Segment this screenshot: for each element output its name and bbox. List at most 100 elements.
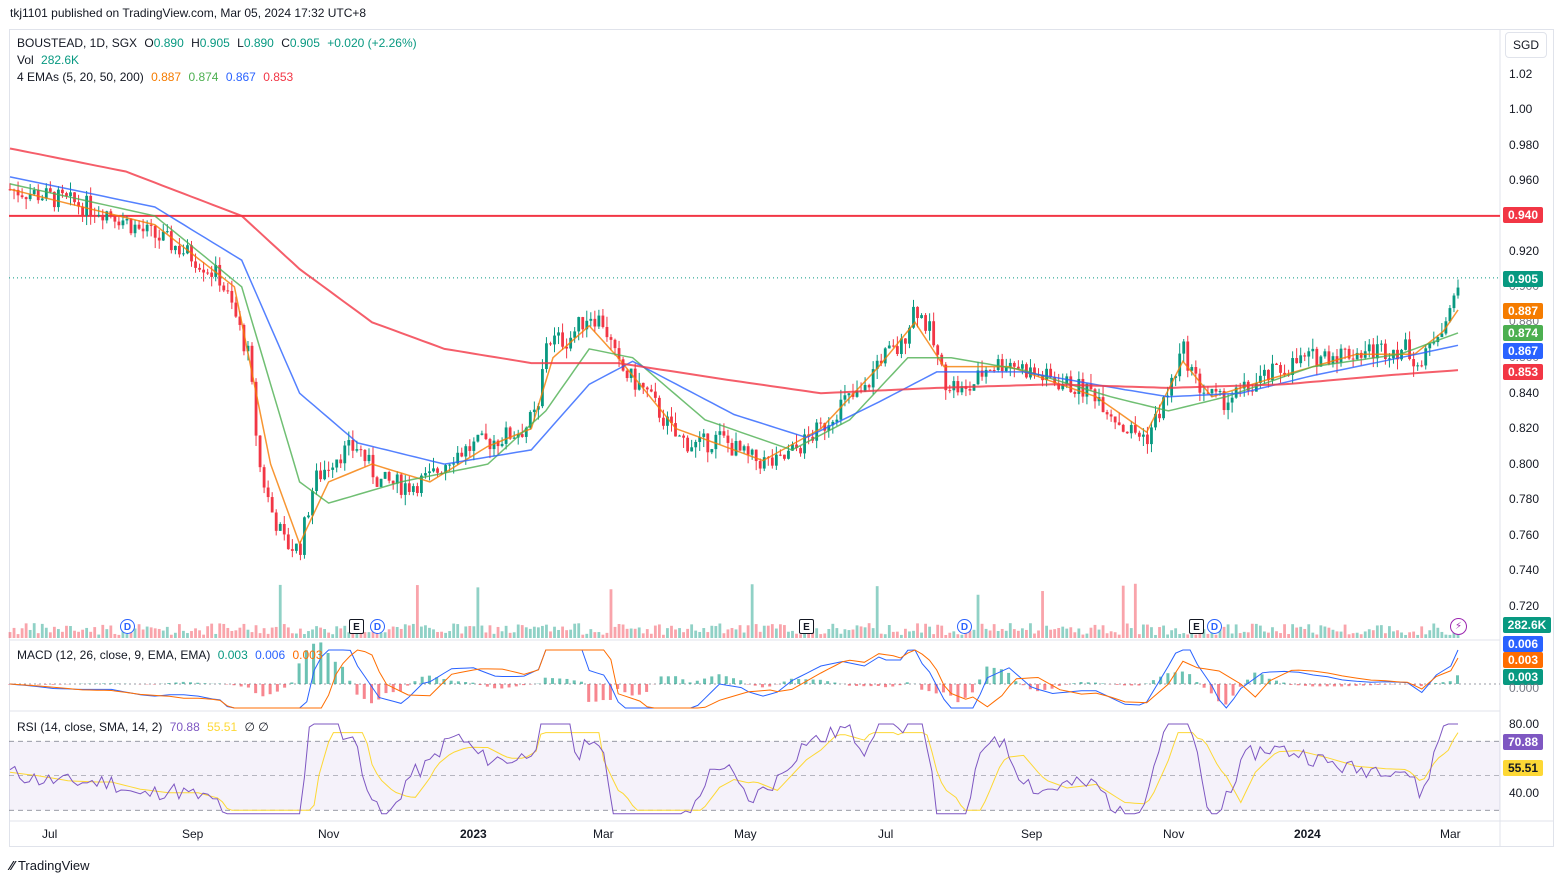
volume-bar (738, 625, 742, 638)
macd-hist-bar (637, 684, 641, 695)
candle-body (85, 195, 89, 216)
volume-bar (605, 632, 609, 638)
macd-hist-bar (1311, 684, 1315, 687)
candle-body (182, 253, 185, 255)
candle-body (407, 483, 411, 492)
volume-bar (1355, 632, 1359, 638)
macd-hist-bar (594, 684, 598, 702)
currency-button[interactable]: SGD (1505, 32, 1547, 58)
vol-label[interactable]: Vol (17, 53, 34, 67)
macd-hist-bar (826, 681, 830, 684)
volume-bar (778, 624, 782, 638)
dividend-marker[interactable]: D (120, 619, 135, 634)
candle-body (625, 370, 629, 379)
candle-body (1117, 422, 1121, 425)
earnings-marker[interactable]: E (349, 619, 364, 634)
volume-bar (452, 623, 456, 638)
candle-body (718, 431, 722, 435)
candle-body (266, 487, 270, 498)
volume-bar (976, 594, 980, 638)
macd-hist-bar (1130, 684, 1134, 686)
volume-bar (698, 631, 702, 638)
candle-body (1230, 397, 1234, 403)
earnings-marker[interactable]: E (1189, 619, 1204, 634)
candle-body (484, 433, 488, 440)
macd-hist-bar (891, 684, 895, 687)
volume-bar (113, 633, 117, 638)
ema-label[interactable]: 4 EMAs (5, 20, 50, 200) (17, 70, 144, 84)
volume-bar (234, 630, 238, 638)
macd-hist-bar (920, 684, 924, 690)
volume-bar (666, 628, 669, 638)
macd-hist-bar (1137, 684, 1141, 686)
symbol-label[interactable]: BOUSTEAD, 1D, SGX (17, 36, 137, 50)
dividend-marker[interactable]: D (957, 619, 972, 634)
macd-hist-bar (1434, 683, 1438, 684)
macd-hist-bar (1007, 672, 1011, 684)
volume-bar (1150, 627, 1153, 638)
volume-bar (924, 623, 927, 638)
volume-bar (581, 634, 585, 638)
candle-body (169, 231, 173, 251)
ema200-value: 0.853 (263, 70, 294, 84)
change-value: +0.020 (+2.26%) (327, 36, 417, 50)
candle-body (173, 245, 177, 251)
earnings-marker[interactable]: E (799, 619, 814, 634)
volume-bar (528, 628, 532, 638)
macd-label[interactable]: MACD (12, 26, close, 9, EMA, EMA) (17, 648, 210, 662)
candle-body (375, 477, 379, 487)
volume-bar (1146, 624, 1149, 638)
volume-bar (161, 630, 165, 638)
candle-body (904, 338, 907, 344)
high-value: 0.905 (199, 36, 230, 50)
macd-hist-bar (688, 682, 692, 684)
candle-body (399, 474, 403, 495)
macd-legend: MACD (12, 26, close, 9, EMA, EMA) 0.003 … (17, 648, 327, 662)
candle-body (1000, 359, 1004, 372)
candle-body (843, 395, 847, 400)
ema5-value: 0.887 (151, 70, 182, 84)
rsi-ma-tag: 55.51 (1503, 760, 1543, 776)
volume-bar (182, 630, 185, 638)
candle-body (311, 491, 314, 516)
macd-hist-bar (1151, 680, 1155, 684)
volume-bar (290, 633, 294, 638)
volume-bar (1109, 631, 1113, 638)
macd-hist-bar (246, 684, 250, 688)
price-tick: 0.960 (1509, 173, 1540, 187)
volume-bar (686, 628, 690, 638)
lightning-icon[interactable]: ⚡ (1450, 618, 1467, 635)
candle-body (367, 454, 371, 462)
dividend-marker[interactable]: D (1207, 619, 1222, 634)
volume-bar (867, 623, 871, 638)
candle-body (424, 473, 427, 476)
rsi-label[interactable]: RSI (14, close, SMA, 14, 2) (17, 720, 162, 734)
volume-bar (169, 634, 173, 638)
candle-body (686, 437, 690, 452)
candle-body (710, 449, 714, 453)
volume-bar (238, 627, 242, 638)
volume-bar (936, 624, 940, 638)
volume-bar (585, 633, 589, 638)
macd-hist-bar (500, 684, 504, 689)
volume-bar (682, 632, 685, 638)
chart-canvas[interactable] (0, 0, 1565, 883)
macd-hist-bar (485, 684, 489, 687)
macd-hist-bar (196, 682, 200, 684)
dividend-marker[interactable]: D (370, 619, 385, 634)
candle-body (758, 461, 762, 469)
volume-bar (294, 633, 298, 638)
hline-price-tag: 0.940 (1503, 207, 1543, 223)
volume-bar (1186, 634, 1190, 638)
candle-body (428, 471, 431, 474)
macd-hist-bar (1021, 684, 1025, 686)
candle-body (57, 189, 60, 208)
volume-bar (282, 624, 286, 638)
volume-bar (1319, 625, 1323, 638)
volume-bar (1121, 585, 1125, 638)
macd-hist-bar (558, 678, 562, 684)
volume-bar (1105, 633, 1109, 638)
volume-bar (742, 632, 746, 638)
tradingview-brand[interactable]: ⁄⁄ TradingView (10, 858, 90, 873)
macd-hist-bar (818, 679, 822, 684)
